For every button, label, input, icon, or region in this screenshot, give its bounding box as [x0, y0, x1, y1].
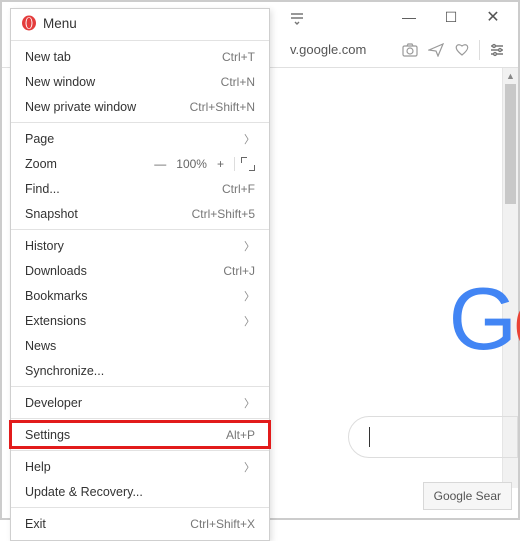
text-cursor — [369, 427, 370, 447]
chevron-right-icon: 〉 — [244, 131, 255, 147]
heart-icon[interactable] — [449, 37, 475, 63]
menu-title: Menu — [43, 16, 77, 31]
minimize-button[interactable]: — — [388, 2, 430, 32]
menu-settings[interactable]: Settings Alt+P — [11, 422, 269, 447]
separator — [11, 122, 269, 123]
easy-setup-icon[interactable] — [484, 42, 510, 58]
menu-synchronize[interactable]: Synchronize... — [11, 358, 269, 383]
menu-find[interactable]: Find... Ctrl+F — [11, 176, 269, 201]
fullscreen-icon[interactable] — [241, 157, 255, 171]
google-logo: Go — [449, 268, 520, 370]
zoom-in-button[interactable]: + — [213, 157, 228, 171]
send-icon[interactable] — [423, 37, 449, 63]
maximize-button[interactable]: ☐ — [430, 2, 472, 32]
menu-help[interactable]: Help 〉 — [11, 454, 269, 479]
opera-menu: Menu New tab Ctrl+T New window Ctrl+N Ne… — [10, 8, 270, 541]
menu-extensions[interactable]: Extensions 〉 — [11, 308, 269, 333]
menu-new-tab[interactable]: New tab Ctrl+T — [11, 44, 269, 69]
separator — [11, 40, 269, 41]
menu-news[interactable]: News — [11, 333, 269, 358]
menu-history[interactable]: History 〉 — [11, 233, 269, 258]
separator — [11, 418, 269, 419]
separator — [11, 229, 269, 230]
chevron-right-icon: 〉 — [244, 459, 255, 475]
search-input[interactable] — [348, 416, 518, 458]
scrollbar-thumb[interactable] — [505, 84, 516, 204]
menu-zoom[interactable]: Zoom — 100% + — [11, 151, 269, 176]
menu-header[interactable]: Menu — [11, 9, 269, 37]
separator — [11, 386, 269, 387]
menu-page[interactable]: Page 〉 — [11, 126, 269, 151]
menu-developer[interactable]: Developer 〉 — [11, 390, 269, 415]
menu-update-recovery[interactable]: Update & Recovery... — [11, 479, 269, 504]
snapshot-icon[interactable] — [397, 37, 423, 63]
menu-bookmarks[interactable]: Bookmarks 〉 — [11, 283, 269, 308]
opera-icon — [21, 15, 37, 31]
menu-new-private[interactable]: New private window Ctrl+Shift+N — [11, 94, 269, 119]
chevron-right-icon: 〉 — [244, 238, 255, 254]
separator — [11, 450, 269, 451]
chevron-right-icon: 〉 — [244, 313, 255, 329]
menu-exit[interactable]: Exit Ctrl+Shift+X — [11, 511, 269, 536]
chevron-right-icon: 〉 — [244, 395, 255, 411]
tab-menu-button[interactable] — [282, 2, 312, 32]
close-button[interactable]: ✕ — [472, 2, 514, 32]
menu-new-window[interactable]: New window Ctrl+N — [11, 69, 269, 94]
chevron-right-icon: 〉 — [244, 288, 255, 304]
menu-downloads[interactable]: Downloads Ctrl+J — [11, 258, 269, 283]
separator — [11, 507, 269, 508]
scroll-up-arrow[interactable]: ▲ — [503, 68, 518, 84]
separator — [479, 40, 480, 60]
zoom-value: 100% — [176, 157, 207, 171]
zoom-out-button[interactable]: — — [150, 157, 170, 171]
menu-snapshot[interactable]: Snapshot Ctrl+Shift+5 — [11, 201, 269, 226]
google-search-button[interactable]: Google Sear — [423, 482, 512, 510]
